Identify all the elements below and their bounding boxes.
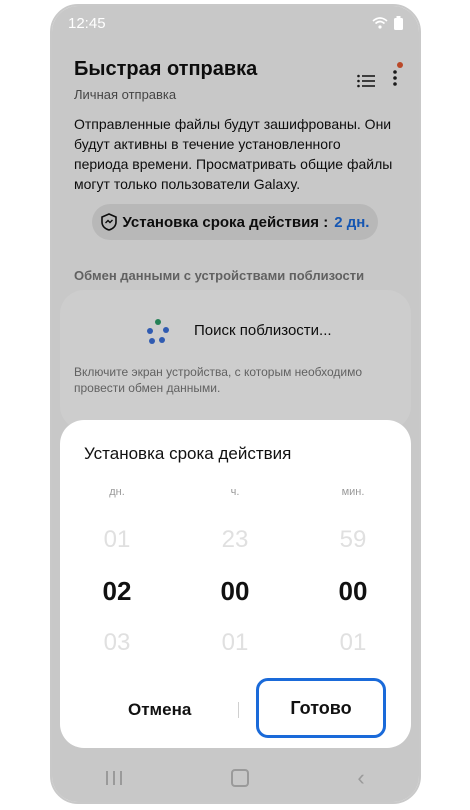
- hours-selected[interactable]: 00: [190, 576, 280, 607]
- minutes-next[interactable]: 01: [308, 629, 398, 657]
- minutes-label: мин.: [341, 486, 365, 498]
- days-selected[interactable]: 02: [72, 576, 162, 607]
- expiry-picker-sheet: Установка срока действия дн. 01 02 03 ч.…: [60, 420, 411, 748]
- sheet-title: Установка срока действия: [84, 444, 292, 463]
- done-label: Готово: [290, 697, 352, 718]
- cancel-button[interactable]: Отмена: [128, 700, 191, 720]
- status-bar: 12:45: [52, 6, 419, 40]
- screen: 12:45 Быстрая отправка Личная отправка О…: [52, 6, 419, 802]
- done-button[interactable]: Готово: [256, 678, 386, 738]
- hours-prev[interactable]: 23: [190, 526, 280, 554]
- recent-apps-icon[interactable]: [106, 771, 123, 785]
- days-next[interactable]: 03: [72, 629, 162, 657]
- status-icons: [372, 16, 403, 30]
- minutes-selected[interactable]: 00: [308, 576, 398, 607]
- hours-next[interactable]: 01: [190, 629, 280, 657]
- hours-label: ч.: [230, 486, 240, 498]
- wifi-icon: [372, 17, 388, 29]
- back-icon[interactable]: ‹: [357, 765, 364, 791]
- button-divider: [238, 702, 239, 718]
- days-prev[interactable]: 01: [72, 526, 162, 554]
- minutes-prev[interactable]: 59: [308, 526, 398, 554]
- hours-wheel[interactable]: ч. 23 00 01: [190, 486, 280, 657]
- days-wheel[interactable]: дн. 01 02 03: [72, 486, 162, 657]
- status-time: 12:45: [68, 14, 106, 32]
- battery-icon: [394, 16, 403, 30]
- minutes-wheel[interactable]: мин. 59 00 01: [308, 486, 398, 657]
- phone-frame: 12:45 Быстрая отправка Личная отправка О…: [50, 4, 421, 804]
- home-icon[interactable]: [230, 769, 249, 787]
- days-label: дн.: [109, 486, 125, 498]
- navigation-bar: ‹: [52, 754, 419, 802]
